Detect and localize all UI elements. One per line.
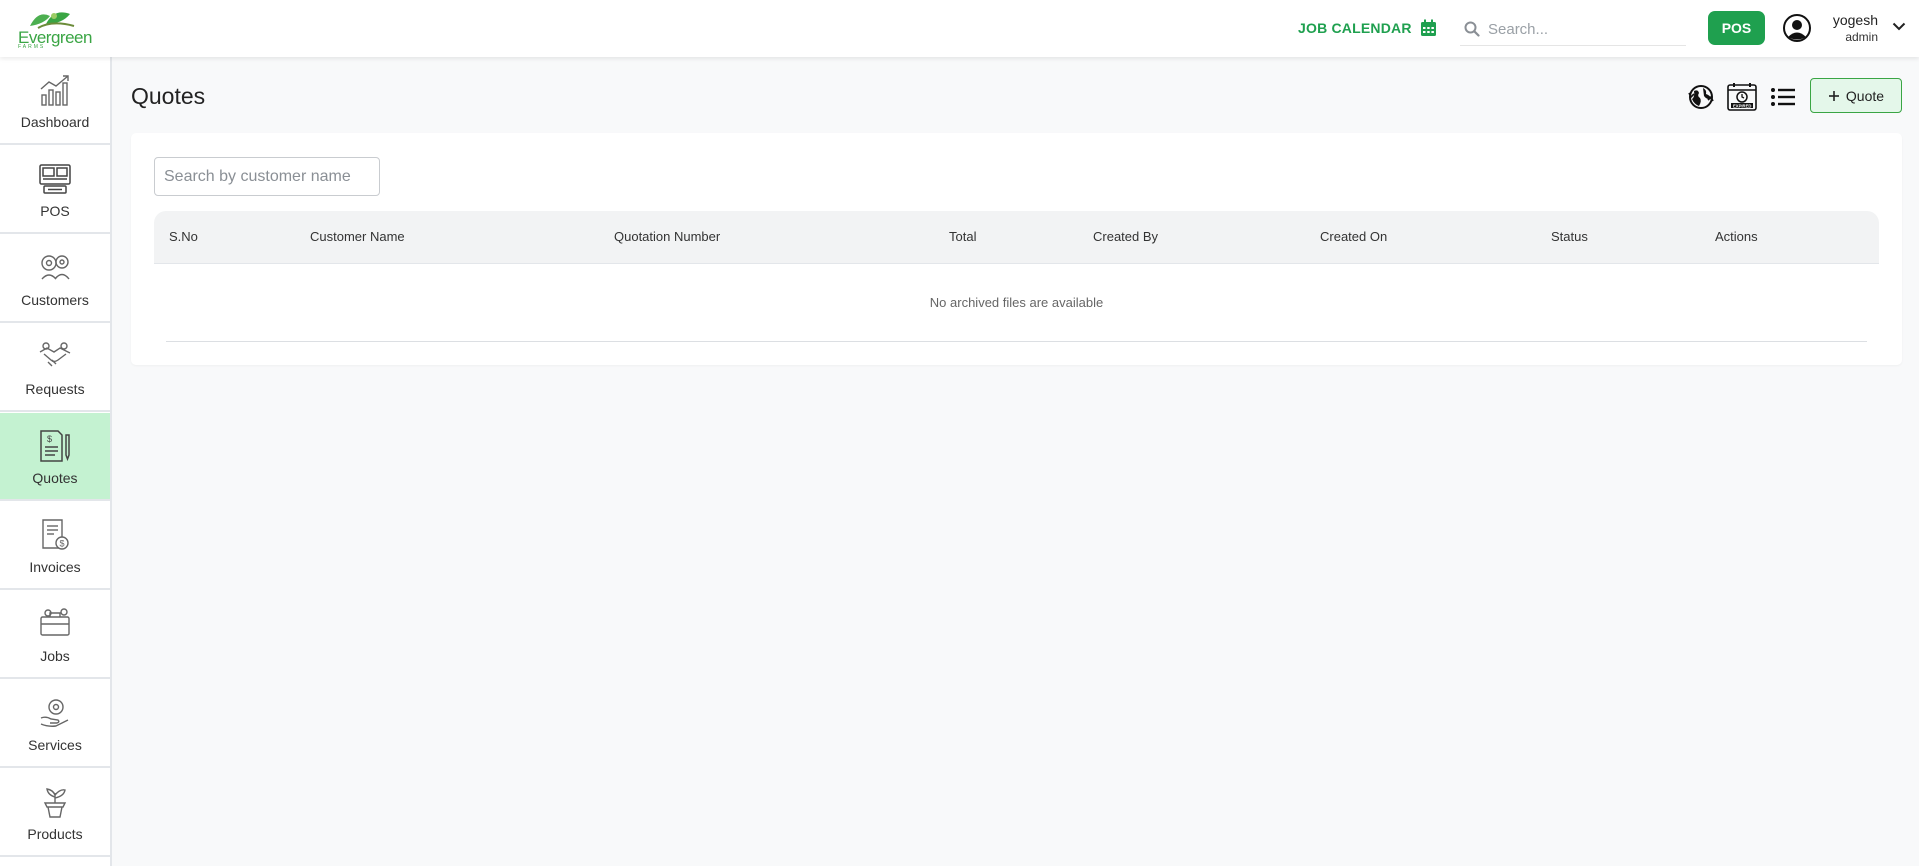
global-search [1460,12,1686,46]
job-calendar-label: JOB CALENDAR [1298,20,1412,36]
sidebar-item-label: Requests [25,381,85,397]
sidebar-item-label: Customers [21,292,89,308]
calendar-icon [1420,19,1436,36]
top-header: Evergreen FARMS JOB CALENDAR POS yogesh … [0,0,1919,57]
expired-calendar-icon[interactable]: EXPIRED [1727,82,1757,112]
add-quote-button[interactable]: Quote [1810,78,1902,113]
quotes-table-card: S.No Customer Name Quotation Number Tota… [131,133,1902,365]
search-icon [1464,21,1480,37]
globe-refresh-icon[interactable] [1686,82,1716,112]
sidebar-item-label: Services [28,737,82,753]
user-avatar-icon[interactable] [1783,14,1811,42]
user-name[interactable]: yogesh [1822,12,1878,28]
column-header-created-on: Created On [1320,229,1388,244]
column-header-quotation-number: Quotation Number [614,229,721,244]
invoices-document-icon: $ [42,519,69,550]
plus-icon [1828,90,1839,101]
sidebar-item-services[interactable]: Services [0,680,110,768]
sidebar-item-pos[interactable]: POS [0,146,110,234]
sidebar-item-label: Jobs [40,648,70,664]
empty-state-message: No archived files are available [929,295,1104,310]
job-calendar-link[interactable]: JOB CALENDAR [1298,18,1437,38]
logo-leaves-icon [30,12,75,29]
chevron-down-icon[interactable] [1892,22,1906,31]
sidebar-item-label: Quotes [32,470,78,486]
requests-handshake-icon [39,342,71,367]
dashboard-chart-icon [40,75,69,106]
pos-terminal-icon [39,164,71,194]
sidebar-item-label: Dashboard [20,114,90,130]
customer-search-input[interactable] [154,157,380,196]
column-header-status: Status [1551,229,1588,244]
sidebar-item-dashboard[interactable]: Dashboard [0,57,110,145]
svg-text:$: $ [47,434,52,444]
user-role: admin [1845,30,1878,44]
table-header: S.No Customer Name Quotation Number Tota… [154,211,1879,264]
pos-button[interactable]: POS [1708,11,1765,45]
global-search-input[interactable] [1488,16,1678,42]
column-header-created-by: Created By [1093,229,1159,244]
column-header-sno: S.No [169,229,198,244]
jobs-briefcase-icon [40,608,70,636]
sidebar-item-jobs[interactable]: Jobs [0,591,110,679]
column-header-customer-name: Customer Name [310,229,405,244]
sidebar-item-requests[interactable]: Requests [0,324,110,412]
table-divider [166,341,1867,342]
sidebar-item-label: Invoices [29,559,81,575]
sidebar-item-products[interactable]: Products [0,769,110,857]
svg-text:EXPIRED: EXPIRED [1733,103,1751,108]
column-header-actions: Actions [1715,229,1758,244]
quotes-document-icon: $ [40,430,70,462]
sidebar-item-label: POS [40,203,70,219]
services-hand-icon [40,699,69,727]
logo-subtext: FARMS [18,44,46,50]
sidebar-item-customers[interactable]: Customers [0,235,110,323]
add-quote-label: Quote [1845,87,1885,104]
list-view-icon[interactable] [1768,82,1798,112]
products-plant-icon [43,788,67,818]
column-header-total: Total [949,229,977,244]
evergreen-logo[interactable]: Evergreen FARMS [16,6,92,50]
sidebar-item-label: Products [27,826,83,842]
sidebar-item-quotes[interactable]: $ Quotes [0,413,110,501]
page-title: Quotes [131,83,206,109]
sidebar-nav: Dashboard POS Customers Requests $ Quote… [0,57,112,866]
customers-gear-icon [41,255,70,280]
svg-text:$: $ [60,539,65,549]
sidebar-item-invoices[interactable]: $ Invoices [0,502,110,590]
